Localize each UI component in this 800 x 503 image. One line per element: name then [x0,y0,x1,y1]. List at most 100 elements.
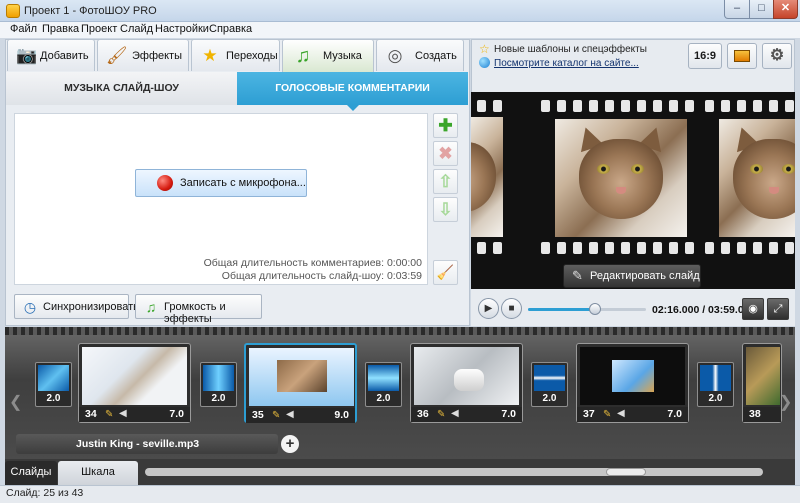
edit-icon[interactable]: ✎ [272,410,280,421]
film-hole [605,100,614,112]
volume-effects-button[interactable]: ♫ Громкость и эффекты [135,294,262,325]
film-hole [705,100,714,112]
tab-transitions[interactable]: ★ Переходы [191,39,280,71]
menu-help[interactable]: Справка [209,23,252,35]
film-hole [721,242,730,254]
fullscreen-button[interactable]: ⤢ [767,298,789,320]
scrollbar-thumb[interactable] [606,468,646,476]
add-audio-button[interactable]: + [281,435,299,453]
film-hole [477,242,486,254]
tab-effects-label: Эффекты [132,50,183,62]
edit-icon[interactable]: ✎ [603,409,611,420]
film-hole [785,242,794,254]
tab-add[interactable]: 📷 Добавить [7,39,95,71]
background-button[interactable] [727,43,757,69]
film-hole [557,100,566,112]
sync-button[interactable]: ◷ Синхронизировать [14,294,139,319]
delete-comment-button[interactable]: ✖ [433,141,458,166]
speaker-icon[interactable]: ◀ [286,409,294,420]
speaker-icon[interactable]: ◀ [119,408,127,419]
news-text: Новые шаблоны и спецэффекты [494,44,647,55]
audio-track-label: Justin King - seville.mp3 [76,438,200,450]
film-hole [621,100,630,112]
music-note-icon: ♫ [145,299,157,315]
film-hole [685,242,694,254]
add-comment-button[interactable]: ✚ [433,113,458,138]
snapshot-button[interactable]: ◉ [742,298,764,320]
transition-item[interactable]: 2.0 [35,362,72,407]
slide-item-selected[interactable]: 35 ✎ ◀ 9.0 [244,343,357,423]
gear-icon: ⚙ [769,47,785,64]
menu-slide[interactable]: Слайд [120,23,153,35]
film-hole [769,100,778,112]
seek-thumb[interactable] [589,303,601,315]
app-icon [6,4,20,18]
globe-icon [479,57,490,68]
slideshow-duration-text: Общая длительность слайд-шоу: 0:03:59 [221,270,422,282]
scroll-left-icon[interactable]: ❮ [9,392,22,412]
catalog-link[interactable]: Посмотрите каталог на сайте... [494,58,639,69]
edit-icon[interactable]: ✎ [105,409,113,420]
edit-icon[interactable]: ✎ [437,409,445,420]
film-hole [785,100,794,112]
play-button[interactable]: ▶ [478,298,499,319]
close-button[interactable]: ✕ [773,0,798,19]
maximize-button[interactable]: □ [749,0,774,19]
tab-slides[interactable]: Слайды [5,461,57,485]
film-reel-icon: ◎ [387,46,403,65]
subtab-slideshow-music[interactable]: МУЗЫКА СЛАЙД-ШОУ [6,72,237,105]
menu-file[interactable]: Файл [10,23,37,35]
menu-settings[interactable]: Настройки [155,23,209,35]
transition-duration: 2.0 [542,393,557,404]
tab-music[interactable]: ♫ Музыка [282,39,374,73]
star-icon: ☆ [479,42,490,56]
settings-button[interactable]: ⚙ [762,43,792,69]
transition-item[interactable]: 2.0 [200,362,237,407]
stop-button[interactable]: ■ [501,298,522,319]
transition-thumbnail [203,365,234,391]
horizontal-scrollbar[interactable] [145,468,763,476]
subtab-voice-comments[interactable]: ГОЛОСОВЫЕ КОММЕНТАРИИ [237,72,468,105]
slide-item[interactable]: 36 ✎ ◀ 7.0 [410,343,523,423]
slide-item[interactable]: 34 ✎ ◀ 7.0 [78,343,191,423]
record-button-label: Записать с микрофона... [180,177,306,189]
slide-item[interactable]: 37 ✎ ◀ 7.0 [576,343,689,423]
slide-number: 37 [583,408,595,420]
film-hole [769,242,778,254]
transition-duration: 2.0 [376,393,391,404]
tab-add-label: Добавить [40,50,89,62]
move-down-button[interactable]: ⇩ [433,197,458,222]
sync-button-label: Синхронизировать [43,301,139,313]
film-hole [685,100,694,112]
minimize-button[interactable]: – [724,0,750,19]
aspect-ratio-button[interactable]: 16:9 [688,43,722,69]
transition-thumbnail [368,365,399,391]
clear-button[interactable]: 🧹 [433,260,458,285]
menu-project[interactable]: Проект [81,23,117,35]
film-hole [589,100,598,112]
film-hole [737,100,746,112]
tab-create[interactable]: ◎ Создать [376,39,464,71]
slide-info: 34 ✎ ◀ 7.0 [79,407,190,422]
tab-effects[interactable]: 🖌 Эффекты [97,39,189,71]
edit-icon: ✎ [572,268,583,283]
slide-number: 34 [85,408,97,420]
move-up-button[interactable]: ⇧ [433,169,458,194]
film-hole [493,242,502,254]
slide-item[interactable]: 38 [742,343,782,423]
film-frame [719,119,795,237]
transition-item[interactable]: 2.0 [697,362,734,407]
transition-item[interactable]: 2.0 [365,362,402,407]
speaker-icon[interactable]: ◀ [617,408,625,419]
slide-preview [471,92,795,289]
film-hole [637,100,646,112]
menu-edit[interactable]: Правка [42,23,79,35]
slide-thumbnail [249,348,354,406]
clock-icon: ◷ [23,299,37,315]
film-hole [653,100,662,112]
playback-time: 02:16.000 / 03:59.000 [652,304,756,316]
tab-timeline[interactable]: Шкала времени [58,461,138,500]
speaker-icon[interactable]: ◀ [451,408,459,419]
status-bar [0,485,800,503]
transition-item[interactable]: 2.0 [531,362,568,407]
